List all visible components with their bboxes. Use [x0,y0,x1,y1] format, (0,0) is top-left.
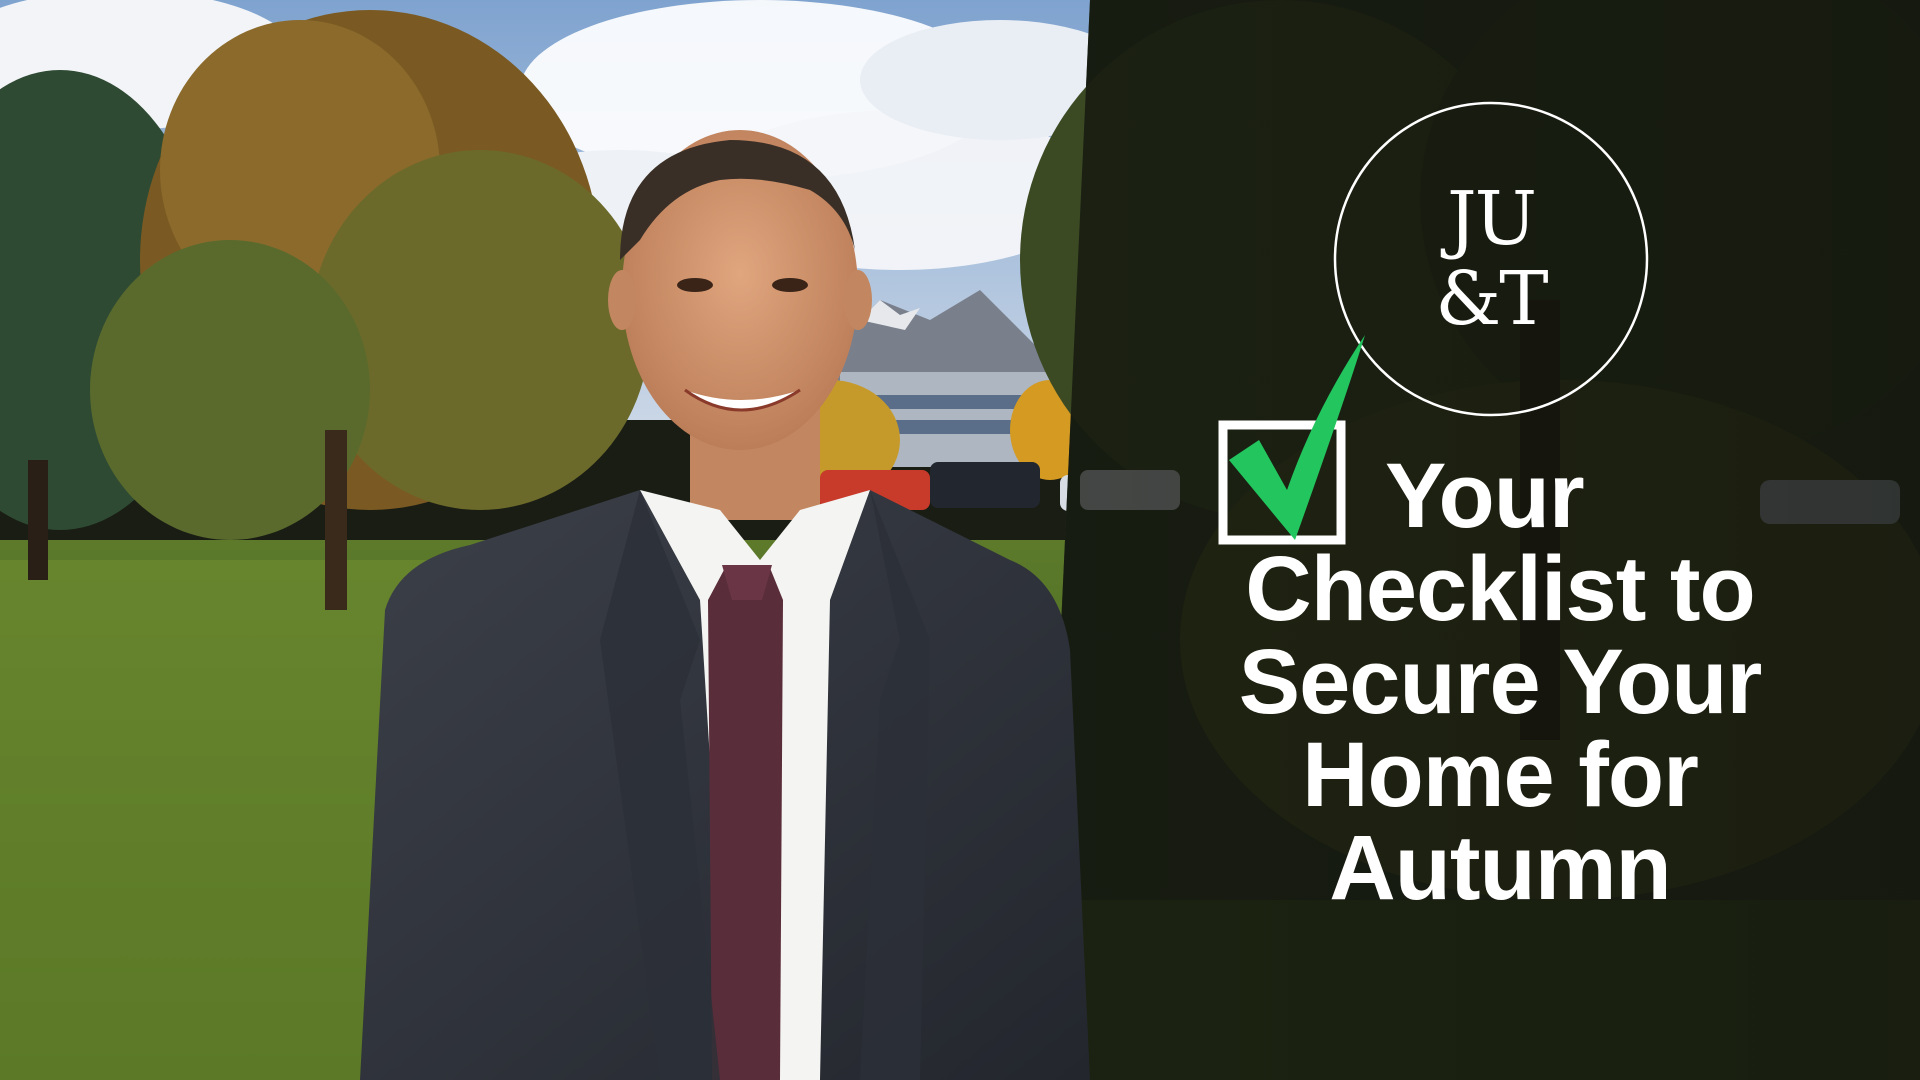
headline-line-3: Secure Your [1238,631,1763,733]
headline-line-5: Autumn [1329,817,1671,919]
headline-line-1: Your [1385,445,1585,547]
thumbnail: JU &T Your Checklist to Secure Your Home… [0,0,1920,1080]
headline-line-4: Home for [1302,724,1699,826]
logo-line-1: JU [1446,176,1537,262]
headline: Your Checklist to Secure Your Home for A… [1150,450,1850,915]
headline-line-2: Checklist to [1245,538,1755,640]
logo-line-2: &T [1435,256,1548,342]
logo: JU &T [1332,100,1650,418]
